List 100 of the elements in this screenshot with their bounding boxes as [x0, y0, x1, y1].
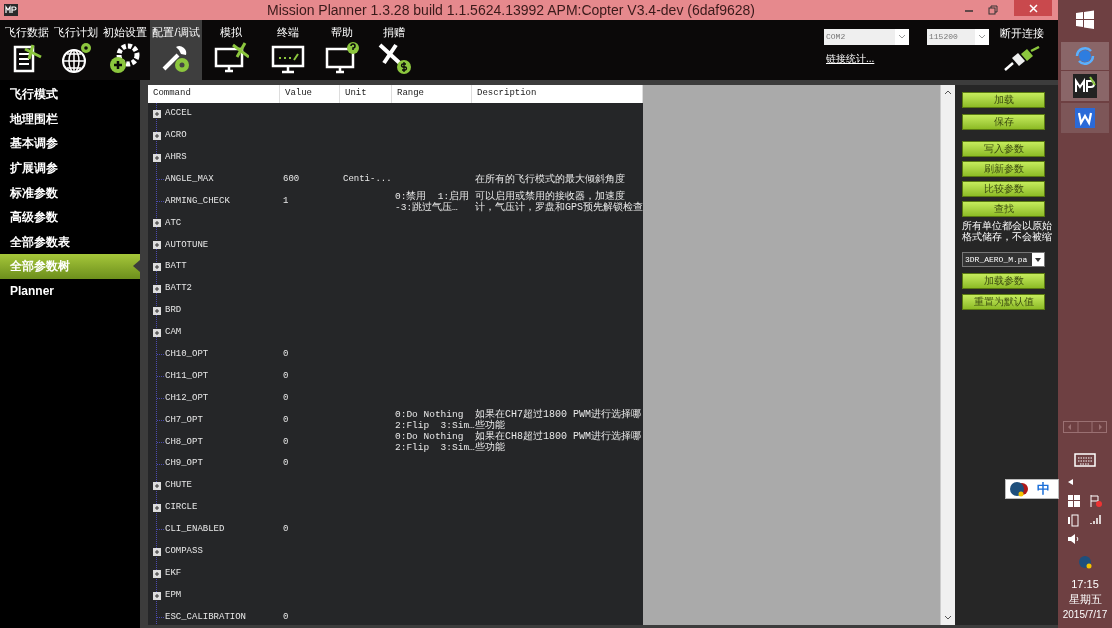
table-cell: 0:Do Nothing 2:Flip 3:Sim…: [395, 409, 475, 432]
action-button[interactable]: 加载参数: [962, 273, 1045, 289]
expand-icon[interactable]: [153, 153, 161, 162]
expand-icon[interactable]: [153, 328, 161, 337]
menu-tab[interactable]: 飞行数据: [2, 20, 52, 80]
menu-tab[interactable]: 帮助: [316, 20, 368, 80]
table-cell: BATT2: [165, 282, 192, 296]
expand-icon[interactable]: [153, 306, 161, 315]
plug-icon[interactable]: [1003, 45, 1041, 72]
sidebar-item[interactable]: 地理围栏: [0, 106, 140, 132]
clock-date: 2015/7/17: [1062, 608, 1108, 622]
table-cell: CAM: [165, 326, 182, 340]
sidebar-item[interactable]: 高级参数: [0, 204, 140, 230]
table-cell-text: 0: [283, 348, 289, 361]
action-button[interactable]: 加载: [962, 92, 1045, 108]
table-cell-text: 1: [283, 194, 289, 208]
table-cell-text: 如果在CH7超过1800 PWM进行选择哪些功能: [475, 409, 642, 432]
table-cell: 0: [283, 523, 289, 537]
menu-tab[interactable]: 模拟: [202, 20, 260, 80]
table-cell: 在所有的飞行模式的最大倾斜角度: [475, 174, 625, 186]
sidebar-item[interactable]: 扩展调参: [0, 155, 140, 181]
expand-icon[interactable]: [153, 482, 161, 491]
sidebar-item[interactable]: 基本调参: [0, 131, 140, 156]
ime-toolbar[interactable]: 中: [1005, 479, 1059, 499]
table-cell: CHUTE: [165, 479, 192, 493]
expand-icon[interactable]: [153, 569, 161, 578]
table-cell: BATT: [165, 260, 187, 274]
action-button[interactable]: 查找: [962, 201, 1045, 217]
windows-flag-icon[interactable]: [1068, 495, 1080, 507]
menu-tab[interactable]: 飞行计划: [52, 20, 100, 80]
taskbar-app[interactable]: [1061, 71, 1109, 101]
expand-icon[interactable]: [153, 263, 161, 272]
table-cell-text: Centi-...: [343, 172, 392, 186]
chevron-down-icon: [978, 34, 986, 40]
clock-time[interactable]: 17:15: [1071, 577, 1099, 592]
table-cell: 可以启用或禁用的接收器，加速度计，气压计，罗盘和GPS预先解锁检查: [475, 190, 643, 213]
battery-icon[interactable]: [1068, 513, 1080, 527]
table-cell-text: ARMING_CHECK: [165, 194, 230, 208]
table-cell-text: AHRS: [165, 150, 187, 164]
table-cell-text: 0: [283, 369, 289, 383]
menu-tab[interactable]: 初始设置: [100, 20, 150, 80]
app-logo-icon: [4, 4, 18, 16]
expand-icon[interactable]: [153, 503, 161, 512]
baud-dropdown[interactable]: 115200: [927, 29, 989, 45]
action-button[interactable]: 写入参数: [962, 141, 1045, 157]
action-button[interactable]: 保存: [962, 114, 1045, 130]
link-stats-link[interactable]: 链接统计...: [826, 51, 875, 66]
expand-icon[interactable]: [153, 219, 161, 228]
scroll-up-icon[interactable]: [944, 89, 952, 95]
sidebar-item[interactable]: 全部参数表: [0, 229, 140, 255]
signal-icon[interactable]: [1090, 513, 1102, 525]
sidebar-item[interactable]: 飞行模式: [0, 82, 140, 107]
action-button[interactable]: 比较参数: [962, 181, 1045, 197]
action-button[interactable]: 重置为默认值: [962, 294, 1045, 310]
scroll-down-icon[interactable]: [944, 615, 952, 621]
scrollbar[interactable]: [940, 85, 955, 625]
port-dropdown[interactable]: COM2: [824, 29, 909, 45]
restore-icon[interactable]: [988, 5, 998, 15]
column-header[interactable]: Description: [472, 85, 643, 103]
info-text: 所有单位都会以原始格式储存，不会被缩: [962, 220, 1053, 242]
table-cell-text: ATC: [165, 216, 182, 230]
menu-tab[interactable]: 捐赠: [368, 20, 420, 80]
sidebar-item[interactable]: Planner: [0, 278, 140, 304]
table-cell: BRD: [165, 304, 182, 318]
table-cell: ACCEL: [165, 107, 192, 121]
column-header[interactable]: Command: [148, 85, 280, 103]
expand-icon[interactable]: [153, 591, 161, 600]
ime-logo-icon[interactable]: [1078, 555, 1092, 569]
table-cell: 0: [283, 457, 289, 471]
close-button[interactable]: [1014, 0, 1052, 16]
expand-icon[interactable]: [153, 109, 161, 118]
mp-logo-icon: [1073, 74, 1097, 98]
column-header[interactable]: Unit: [340, 85, 392, 103]
table-cell: CH9_OPT: [165, 457, 203, 471]
table-cell-text: 0: [283, 413, 289, 427]
column-header[interactable]: Value: [280, 85, 340, 103]
expand-icon[interactable]: [153, 241, 161, 250]
menu-tab[interactable]: 终端: [260, 20, 316, 80]
flag-error-icon[interactable]: [1090, 495, 1102, 507]
table-cell-text: CH8_OPT: [165, 435, 203, 449]
column-header[interactable]: Range: [392, 85, 472, 103]
table-cell-text: EPM: [165, 588, 182, 602]
chevron-down-icon: [1035, 257, 1041, 262]
connect-label: 断开连接: [1000, 26, 1044, 41]
keyboard-icon[interactable]: [1074, 453, 1096, 467]
expand-icon[interactable]: [153, 285, 161, 294]
action-button[interactable]: 刷新参数: [962, 161, 1045, 177]
globe-sync-icon: [1074, 45, 1096, 67]
windows-logo-icon[interactable]: [1075, 10, 1095, 30]
caret-left-icon[interactable]: [1068, 479, 1073, 485]
expand-icon[interactable]: [153, 547, 161, 556]
chevron-down-icon: [898, 34, 906, 40]
monitor-help-icon: [324, 39, 360, 75]
file-dropdown[interactable]: 3DR_AERO_M.pa: [962, 252, 1045, 267]
clock-weekday: 星期五: [1068, 592, 1102, 607]
taskbar-app[interactable]: [1061, 103, 1109, 133]
sidebar-item[interactable]: 标准参数: [0, 180, 140, 205]
expand-icon[interactable]: [153, 131, 161, 140]
document-w-icon: [1075, 108, 1095, 128]
menu-tab[interactable]: 配置/调试: [150, 20, 202, 80]
